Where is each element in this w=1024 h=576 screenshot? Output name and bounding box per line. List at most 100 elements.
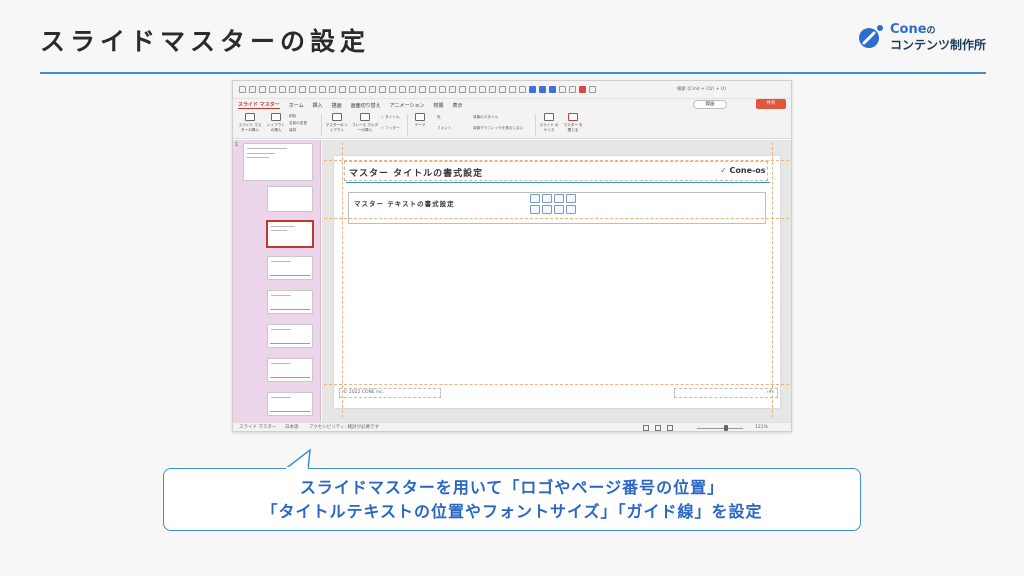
smartart-icon[interactable] xyxy=(554,194,564,203)
layout-thumbnail[interactable] xyxy=(267,186,313,212)
sorter-view-icon[interactable] xyxy=(655,425,661,431)
text-icon[interactable] xyxy=(309,86,316,93)
layout-thumbnail[interactable] xyxy=(267,324,313,348)
layout-thumbnail[interactable] xyxy=(267,256,313,280)
undo-icon[interactable] xyxy=(249,86,256,93)
record-button[interactable]: 録画 xyxy=(693,100,727,109)
shape-icon[interactable] xyxy=(289,86,296,93)
layout-thumbnail[interactable] xyxy=(267,392,313,416)
status-accessibility[interactable]: アクセシビリティ: 検討が必要です xyxy=(309,423,379,431)
master-layout-button[interactable]: マスターの レイアウト xyxy=(325,113,349,132)
record-icon[interactable] xyxy=(579,86,586,93)
ribbon-divider xyxy=(407,114,408,136)
grid-icon[interactable] xyxy=(419,86,426,93)
layout-icon[interactable] xyxy=(269,86,276,93)
guide-line[interactable] xyxy=(772,142,773,418)
share-button[interactable]: 共有 xyxy=(756,99,786,109)
color-icon[interactable] xyxy=(509,86,516,93)
order-icon[interactable] xyxy=(389,86,396,93)
close-master-button[interactable]: マスター を閉じる xyxy=(563,113,583,132)
highlight-icon[interactable] xyxy=(519,86,526,93)
tab-insert[interactable]: 挿入 xyxy=(313,102,323,109)
ribbon-divider xyxy=(321,114,322,136)
layout-thumbnail[interactable] xyxy=(267,358,313,382)
background-style-button[interactable]: 背景のスタイル xyxy=(473,115,498,120)
grid-icon[interactable] xyxy=(554,205,564,214)
arrow-icon[interactable] xyxy=(559,86,566,93)
theme-button[interactable]: テーマ xyxy=(411,113,429,128)
preserve-button[interactable]: 保持 xyxy=(289,128,296,133)
format-icon[interactable] xyxy=(279,86,286,93)
master-body-text[interactable]: マスター テキストの書式設定 xyxy=(354,198,455,208)
model-icon[interactable] xyxy=(566,194,576,203)
crop-icon[interactable] xyxy=(359,86,366,93)
tab-view[interactable]: 表示 xyxy=(452,102,462,109)
table-icon[interactable] xyxy=(339,86,346,93)
slide-size-button[interactable]: スライド のサイズ xyxy=(539,113,559,132)
italic-icon[interactable] xyxy=(479,86,486,93)
circle-shape-icon[interactable] xyxy=(529,86,536,93)
tab-transitions[interactable]: 画面切り替え xyxy=(351,102,381,109)
more-icon[interactable] xyxy=(589,86,596,93)
tab-animations[interactable]: アニメーション xyxy=(390,102,425,109)
search-input[interactable]: 検索 (Cmd + Ctrl + U) xyxy=(673,85,777,95)
master-slide[interactable]: マスター タイトルの書式設定 ✓ Cone-os マスター テキストの書式設定 … xyxy=(324,142,791,418)
tab-slide-master[interactable]: スライド マスター xyxy=(238,101,280,109)
strikethrough-icon[interactable] xyxy=(499,86,506,93)
video-icon[interactable] xyxy=(542,205,552,214)
insert-layout-button[interactable]: レイアウト の挿入 xyxy=(265,113,287,132)
font-icon[interactable] xyxy=(459,86,466,93)
image-icon[interactable] xyxy=(299,86,306,93)
zoom-slider-handle[interactable] xyxy=(723,425,728,431)
layout-thumbnail-selected[interactable] xyxy=(266,220,314,248)
footer-placeholder[interactable]: © 2022 CONE inc. xyxy=(339,388,441,398)
master-title-text[interactable]: マスター タイトルの書式設定 xyxy=(349,166,483,179)
fonts-button[interactable]: フォント xyxy=(437,126,451,131)
master-thumbnail[interactable] xyxy=(243,143,313,181)
guide-line[interactable] xyxy=(342,142,343,418)
draw-icon[interactable] xyxy=(319,86,326,93)
quick-access-toolbar: 検索 (Cmd + Ctrl + U) xyxy=(233,81,791,99)
normal-view-icon[interactable] xyxy=(643,425,649,431)
status-language[interactable]: 日本語 xyxy=(285,423,299,431)
paste-icon[interactable] xyxy=(409,86,416,93)
triangle-shape-icon[interactable] xyxy=(549,86,556,93)
picture-icon[interactable] xyxy=(530,205,540,214)
insert-placeholder-button[interactable]: プレース ホルダーの挿入 xyxy=(351,113,379,132)
link-icon[interactable] xyxy=(329,86,336,93)
bar-chart-icon[interactable] xyxy=(566,205,576,214)
table-icon[interactable] xyxy=(530,194,540,203)
square-shape-icon[interactable] xyxy=(539,86,546,93)
hide-background-checkbox[interactable]: 背景グラフィックを表示しない xyxy=(473,126,523,131)
title-checkbox[interactable]: ✓ タイトル xyxy=(381,115,400,120)
slide-number-placeholder[interactable]: ‹#› xyxy=(674,388,778,398)
chart-icon[interactable] xyxy=(542,194,552,203)
chart-icon[interactable] xyxy=(349,86,356,93)
insert-master-button[interactable]: スライド マスターの挿入 xyxy=(237,113,263,132)
footer-checkbox[interactable]: ✓ フッター xyxy=(381,126,400,131)
slide-canvas: マスター タイトルの書式設定 ✓ Cone-os マスター テキストの書式設定 … xyxy=(322,140,791,422)
copy-icon[interactable] xyxy=(399,86,406,93)
master-logo[interactable]: ✓ Cone-os xyxy=(720,166,766,175)
line-icon[interactable] xyxy=(569,86,576,93)
zoom-level[interactable]: 121% xyxy=(755,423,768,431)
layout-thumbnail[interactable] xyxy=(267,290,313,314)
bold-icon[interactable] xyxy=(469,86,476,93)
tab-draw[interactable]: 描画 xyxy=(332,102,342,109)
guide-line[interactable] xyxy=(324,384,791,385)
delete-button[interactable]: 削除 xyxy=(289,114,296,119)
save-icon[interactable] xyxy=(259,86,266,93)
list-icon[interactable] xyxy=(429,86,436,93)
bullet-icon[interactable] xyxy=(439,86,446,93)
tab-home[interactable]: ホーム xyxy=(289,102,304,109)
group-icon[interactable] xyxy=(379,86,386,93)
tab-review[interactable]: 校閲 xyxy=(433,102,443,109)
colors-button[interactable]: 色 xyxy=(437,115,441,120)
underline-icon[interactable] xyxy=(489,86,496,93)
home-icon[interactable] xyxy=(239,86,246,93)
zoom-slider[interactable] xyxy=(697,428,743,429)
indent-icon[interactable] xyxy=(449,86,456,93)
rename-button[interactable]: 名前の変更 xyxy=(289,121,307,126)
reading-view-icon[interactable] xyxy=(667,425,673,431)
align-icon[interactable] xyxy=(369,86,376,93)
